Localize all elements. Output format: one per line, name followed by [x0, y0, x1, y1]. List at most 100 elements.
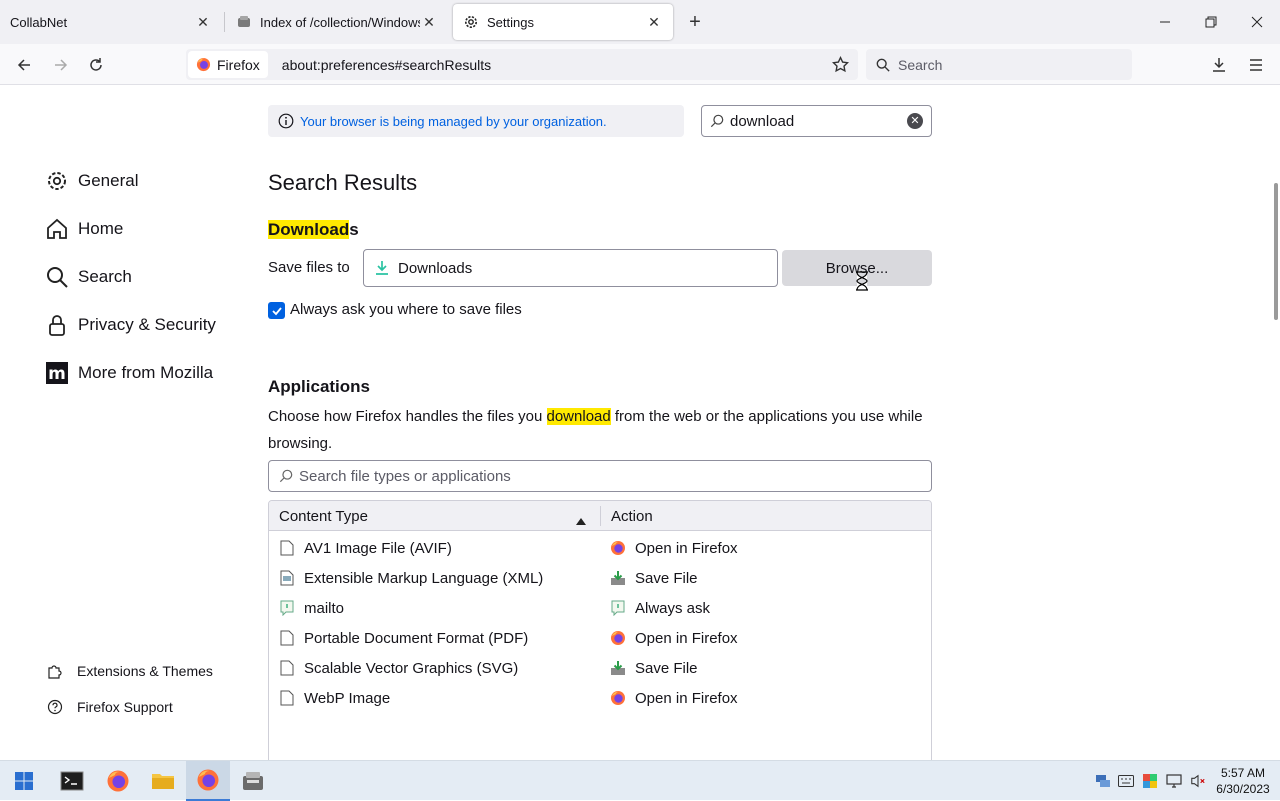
- tab-collabnet[interactable]: CollabNet ✕: [0, 0, 222, 44]
- download-folder-field[interactable]: Downloads: [363, 249, 778, 287]
- file-explorer-taskbar-button[interactable]: [141, 761, 185, 801]
- action-cell[interactable]: Save File: [610, 653, 920, 683]
- content-type-label: mailto: [304, 599, 345, 617]
- search-highlight: download: [546, 408, 611, 425]
- action-label: Open in Firefox: [635, 629, 738, 647]
- firefox-taskbar-button[interactable]: [96, 761, 140, 801]
- home-icon: [44, 216, 70, 242]
- table-row[interactable]: mailto Always ask: [269, 593, 931, 623]
- system-clock[interactable]: 5:57 AM 6/30/2023: [1213, 765, 1273, 797]
- firefox-active-taskbar-button[interactable]: [186, 761, 230, 801]
- firefox-icon: [610, 690, 626, 706]
- sidebar-item-extensions-themes[interactable]: Extensions & Themes: [46, 662, 213, 680]
- puzzle-icon: [46, 662, 64, 680]
- search-icon: [279, 469, 293, 483]
- page-favicon-icon: [236, 14, 252, 30]
- firefox-icon: [197, 769, 219, 791]
- table-row[interactable]: WebP Image Open in Firefox: [269, 683, 931, 713]
- keyboard-icon[interactable]: [1118, 773, 1134, 789]
- table-row[interactable]: Extensible Markup Language (XML) Save Fil…: [269, 563, 931, 593]
- sidebar-item-home[interactable]: Home: [44, 216, 123, 242]
- minimize-button[interactable]: [1142, 0, 1188, 44]
- file-types-search-input[interactable]: Search file types or applications: [268, 460, 932, 492]
- sidebar-item-firefox-support[interactable]: Firefox Support: [46, 698, 173, 716]
- clear-search-icon[interactable]: ✕: [907, 113, 923, 129]
- column-content-type[interactable]: Content Type: [279, 501, 599, 531]
- desc-text: Choose how Firefox handles the files you: [268, 408, 547, 425]
- windows-icon: [15, 772, 33, 790]
- filter-placeholder: Search file types or applications: [299, 467, 511, 485]
- action-cell[interactable]: Save File: [610, 563, 920, 593]
- downloads-heading: Downloads: [268, 220, 359, 240]
- tab-index[interactable]: Index of /collection/Windows & ✕: [226, 0, 448, 44]
- busy-cursor-icon: [855, 271, 869, 296]
- action-cell[interactable]: Open in Firefox: [610, 623, 920, 653]
- sidebar-item-search[interactable]: Search: [44, 264, 132, 290]
- close-icon[interactable]: ✕: [194, 13, 212, 31]
- save-file-icon: [610, 660, 626, 676]
- search-icon: [710, 114, 724, 128]
- file-icon: [279, 690, 295, 706]
- tab-settings[interactable]: Settings ✕: [453, 4, 673, 40]
- table-row[interactable]: AV1 Image File (AVIF) Open in Firefox: [269, 533, 931, 563]
- column-action[interactable]: Action: [611, 501, 911, 531]
- firefox-icon: [610, 630, 626, 646]
- downloads-button[interactable]: [1204, 50, 1234, 80]
- action-cell[interactable]: Open in Firefox: [610, 533, 920, 563]
- content-type-label: Extensible Markup Language (XML): [304, 569, 544, 587]
- always-ask-checkbox[interactable]: [268, 302, 285, 319]
- ask-icon: [279, 600, 295, 616]
- start-button[interactable]: [2, 761, 46, 801]
- sidebar-item-label: Search: [78, 267, 132, 286]
- back-button[interactable]: [9, 50, 39, 80]
- sidebar-item-general[interactable]: General: [44, 168, 138, 194]
- restore-button[interactable]: [1188, 0, 1234, 44]
- url-bar[interactable]: Firefox about:preferences#searchResults: [186, 49, 858, 80]
- action-label: Open in Firefox: [635, 539, 738, 557]
- network-icon[interactable]: [1095, 773, 1111, 789]
- download-folder-name: Downloads: [398, 259, 473, 277]
- folder-icon: [152, 774, 174, 789]
- new-tab-button[interactable]: +: [684, 12, 706, 34]
- action-cell[interactable]: Always ask: [610, 593, 920, 623]
- content-type-cell: Scalable Vector Graphics (SVG): [279, 653, 599, 683]
- managed-notice[interactable]: Your browser is being managed by your or…: [268, 105, 684, 137]
- url-text[interactable]: about:preferences#searchResults: [282, 57, 832, 73]
- reload-button[interactable]: [81, 50, 111, 80]
- file-icon: [279, 540, 295, 556]
- volume-muted-icon[interactable]: [1190, 773, 1206, 789]
- close-window-button[interactable]: [1234, 0, 1280, 44]
- mozilla-icon: m: [44, 360, 70, 386]
- sidebar-item-privacy-security[interactable]: Privacy & Security: [44, 312, 216, 338]
- table-row[interactable]: Scalable Vector Graphics (SVG) Save File: [269, 653, 931, 683]
- tab-title: Settings: [487, 14, 534, 30]
- sidebar-item-label: More from Mozilla: [78, 363, 214, 382]
- action-cell[interactable]: Open in Firefox: [610, 683, 920, 713]
- terminal-taskbar-button[interactable]: [50, 761, 94, 801]
- managed-notice-text[interactable]: Your browser is being managed by your or…: [300, 114, 607, 129]
- applications-description: Choose how Firefox handles the files you…: [268, 403, 932, 457]
- table-row[interactable]: Portable Document Format (PDF) Open in Fi…: [269, 623, 931, 653]
- close-icon[interactable]: ✕: [645, 13, 663, 31]
- action-label: Save File: [635, 569, 698, 587]
- scrollbar[interactable]: [1274, 183, 1278, 320]
- search-bar[interactable]: Search: [866, 49, 1132, 80]
- table-header: Content Type Action: [269, 501, 931, 531]
- identity-box[interactable]: Firefox: [188, 51, 268, 78]
- preferences-search-input[interactable]: download ✕: [701, 105, 932, 137]
- applications-table: Content Type Action AV1 Image File (AVIF…: [268, 500, 932, 760]
- display-icon[interactable]: [1166, 773, 1182, 789]
- always-ask-label[interactable]: Always ask you where to save files: [290, 301, 522, 318]
- color-app-icon[interactable]: [1142, 773, 1158, 789]
- installer-taskbar-button[interactable]: [231, 761, 275, 801]
- app-menu-button[interactable]: [1241, 50, 1271, 80]
- page-title: Search Results: [268, 170, 418, 195]
- content-type-label: AV1 Image File (AVIF): [304, 539, 452, 557]
- content-type-cell: AV1 Image File (AVIF): [279, 533, 599, 563]
- sidebar-item-more-from-mozilla[interactable]: m More from Mozilla: [44, 360, 213, 386]
- bookmark-star-icon[interactable]: [832, 56, 849, 73]
- search-value: download: [730, 112, 795, 130]
- column-label: Content Type: [279, 507, 368, 525]
- forward-button[interactable]: [46, 50, 76, 80]
- close-icon[interactable]: ✕: [420, 13, 438, 31]
